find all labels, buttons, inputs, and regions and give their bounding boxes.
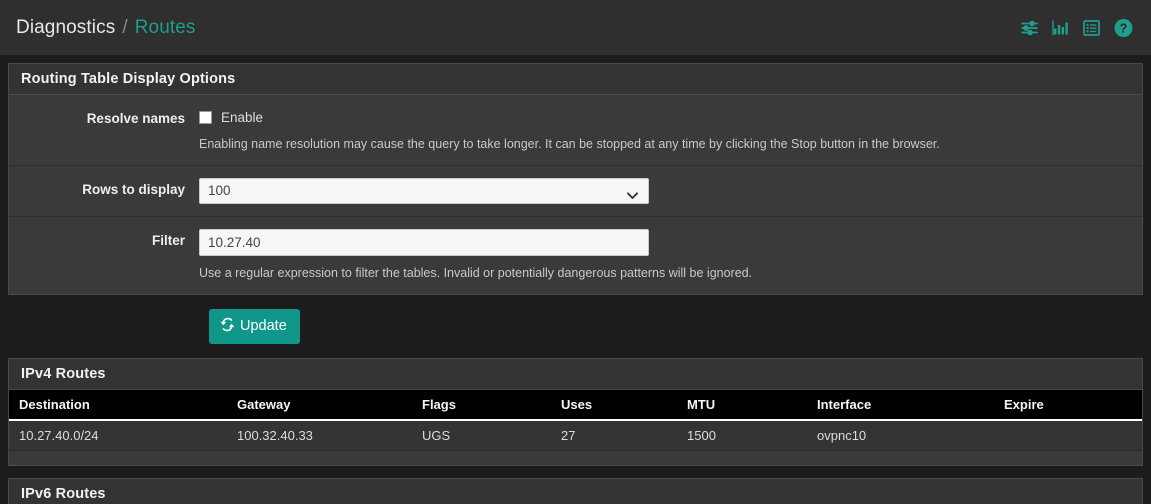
cell-uses: 27 xyxy=(561,419,687,451)
ipv4-panel-heading: IPv4 Routes xyxy=(9,358,1142,390)
update-button-label: Update xyxy=(240,318,287,335)
ipv4-col-gateway[interactable]: Gateway xyxy=(237,389,422,421)
sliders-icon[interactable] xyxy=(1020,18,1039,37)
list-icon[interactable] xyxy=(1082,18,1101,37)
ipv4-table-footer xyxy=(9,450,1142,465)
help-icon[interactable]: ? xyxy=(1113,17,1134,38)
filter-row: Filter Use a regular expression to filte… xyxy=(9,217,1142,294)
ipv4-col-destination[interactable]: Destination xyxy=(9,389,237,421)
ipv4-col-mtu[interactable]: MTU xyxy=(687,389,817,421)
breadcrumb-root[interactable]: Diagnostics xyxy=(16,17,115,39)
breadcrumb-current[interactable]: Routes xyxy=(135,17,196,39)
filter-input[interactable] xyxy=(199,228,649,256)
rows-to-display-row: Rows to display 100 xyxy=(9,166,1142,217)
table-row[interactable]: 10.27.40.0/24 100.32.40.33 UGS 27 1500 ovpnc1… xyxy=(9,419,1142,451)
cell-mtu: 1500 xyxy=(687,419,817,451)
cell-destination: 10.27.40.0/24 xyxy=(9,419,237,451)
resolve-names-label: Resolve names xyxy=(86,111,185,126)
ipv4-col-expire[interactable]: Expire xyxy=(1004,389,1142,421)
ipv4-table-header: Destination Gateway Flags Uses MTU Inter… xyxy=(9,389,1142,421)
resolve-names-checkbox-label[interactable]: Enable xyxy=(221,110,263,125)
filter-label: Filter xyxy=(151,232,185,248)
refresh-icon xyxy=(219,316,236,337)
ipv4-table-body: 10.27.40.0/24 100.32.40.33 UGS 27 1500 ovpnc1… xyxy=(9,419,1142,451)
ipv4-header-row: Destination Gateway Flags Uses MTU Inter… xyxy=(9,389,1142,421)
resolve-names-row: Resolve names Enable Enabling name resol… xyxy=(9,95,1142,166)
svg-text:?: ? xyxy=(1120,21,1128,35)
routing-table-display-options-panel: Routing Table Display Options Resolve na… xyxy=(8,63,1143,295)
bar-chart-icon[interactable] xyxy=(1051,18,1070,37)
cell-expire xyxy=(1004,419,1142,451)
resolve-names-checkbox[interactable] xyxy=(199,110,212,124)
breadcrumb-separator: / xyxy=(122,16,128,38)
update-button[interactable]: Update xyxy=(209,308,300,344)
ipv4-routes-panel: IPv4 Routes Destination Gateway Flags Us… xyxy=(8,357,1143,466)
ipv4-col-interface[interactable]: Interface xyxy=(817,389,1004,421)
ipv4-col-uses[interactable]: Uses xyxy=(561,389,687,421)
breadcrumb: Diagnostics / Routes xyxy=(16,17,196,39)
rows-to-display-select[interactable]: 100 xyxy=(199,177,649,204)
ipv4-routes-table: Destination Gateway Flags Uses MTU Inter… xyxy=(9,389,1142,451)
resolve-names-help-text: Enabling name resolution may cause the q… xyxy=(199,137,940,151)
options-panel-heading: Routing Table Display Options xyxy=(9,64,1142,95)
cell-interface: ovpnc10 xyxy=(817,419,1004,451)
update-button-bar: Update xyxy=(0,295,1151,358)
navbar-icon-group: ? xyxy=(1020,17,1134,38)
top-navbar: Diagnostics / Routes ? xyxy=(0,0,1151,55)
ipv6-panel-heading: IPv6 Routes xyxy=(9,478,1142,504)
filter-help-text: Use a regular expression to filter the t… xyxy=(199,265,753,280)
ipv6-routes-panel: IPv6 Routes Destination Gateway Flags Us… xyxy=(8,477,1143,504)
ipv4-col-flags[interactable]: Flags xyxy=(422,389,561,421)
cell-gateway: 100.32.40.33 xyxy=(237,419,422,451)
cell-flags: UGS xyxy=(422,419,561,451)
rows-to-display-label: Rows to display xyxy=(82,181,185,197)
